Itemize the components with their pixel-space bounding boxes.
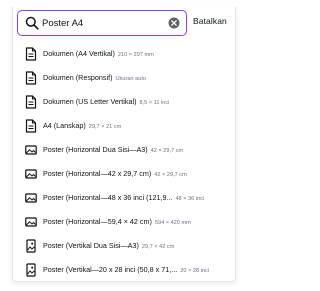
- suggestion-text: Dokumen (Responsif) Ukuran auto: [43, 72, 235, 85]
- suggestion-text: Poster (Horizontal—42 x 29,7 cm) 42 × 29,…: [43, 168, 235, 181]
- suggestion-label: Dokumen (Responsif): [43, 73, 113, 82]
- suggestion-item[interactable]: Poster (Horizontal Dua Sisi—A3) 42 × 29,7…: [13, 138, 237, 162]
- search-box[interactable]: [17, 10, 187, 36]
- poster-portrait-icon: [25, 263, 37, 277]
- suggestion-label: Dokumen (US Letter Vertikal): [43, 97, 137, 106]
- suggestion-text: A4 (Lanskap) 29,7 × 21 cm: [43, 120, 235, 133]
- suggestion-label: Poster (Vertikal Dua Sisi—A3): [43, 241, 139, 250]
- suggestion-text: Poster (Horizontal Dua Sisi—A3) 42 × 29,7…: [43, 144, 235, 157]
- suggestion-label: Dokumen (A4 Vertikal): [43, 49, 115, 58]
- suggestion-item[interactable]: Poster (Vertikal Dua Sisi—A3) 29,7 × 42 c…: [13, 234, 237, 258]
- suggestion-item[interactable]: Dokumen (US Letter Vertikal) 8,5 × 11 inc…: [13, 90, 237, 114]
- suggestion-text: Dokumen (A4 Vertikal) 210 × 297 mm: [43, 48, 235, 61]
- suggestion-dimensions: 20 × 28 inci: [180, 268, 210, 274]
- suggestion-label: A4 (Lanskap): [43, 121, 86, 130]
- document-icon: [25, 119, 37, 133]
- clear-search-icon[interactable]: [168, 17, 180, 29]
- suggestion-dimensions: 210 × 297 mm: [117, 52, 154, 58]
- poster-landscape-icon: [25, 215, 37, 229]
- suggestion-text: Poster (Horizontal—48 x 36 inci (121,9..…: [43, 192, 235, 205]
- suggestion-text: Poster (Horizontal—59,4 × 42 cm) 594 × 42…: [43, 216, 235, 229]
- suggestion-item[interactable]: Poster (Horizontal—48 x 36 inci (121,9..…: [13, 186, 237, 210]
- poster-portrait-icon: [25, 239, 37, 253]
- search-icon: [25, 16, 39, 30]
- suggestion-dimensions: 8,5 × 11 inci: [139, 100, 170, 106]
- search-dropdown-panel: Batalkan Dokumen (A4 Vertikal)210 × 297 …: [12, 6, 236, 282]
- suggestion-dimensions: 42 × 29,7 cm: [154, 172, 187, 178]
- suggestion-dimensions: 29,7 × 21 cm: [88, 124, 122, 130]
- suggestion-dimensions: 48 × 36 inci: [175, 196, 205, 202]
- suggestion-dimensions: Ukuran auto: [115, 76, 146, 82]
- suggestion-item[interactable]: Dokumen (Responsif) Ukuran auto: [13, 66, 237, 90]
- suggestion-label: Poster (Horizontal—59,4 × 42 cm): [43, 217, 152, 226]
- search-input[interactable]: [42, 14, 160, 32]
- suggestion-text: Poster (Vertikal—20 x 28 inci (50,8 x 71…: [43, 264, 235, 277]
- document-icon: [25, 47, 37, 61]
- suggestion-item[interactable]: Poster (Horizontal—42 x 29,7 cm) 42 × 29,…: [13, 162, 237, 186]
- suggestion-list: Dokumen (A4 Vertikal) 210 × 297 mm Dokumen…: [13, 42, 237, 282]
- suggestion-label: Poster (Vertikal—20 x 28 inci (50,8 x 71…: [43, 265, 178, 274]
- document-icon: [25, 95, 37, 109]
- suggestion-text: Dokumen (US Letter Vertikal) 8,5 × 11 inc…: [43, 96, 235, 109]
- suggestion-dimensions: 594 × 420 mm: [154, 220, 191, 226]
- poster-landscape-icon: [25, 191, 37, 205]
- search-row: Batalkan: [17, 10, 233, 36]
- suggestion-item[interactable]: A4 (Lanskap) 29,7 × 21 cm: [13, 114, 237, 138]
- suggestion-label: Poster (Horizontal—42 x 29,7 cm): [43, 169, 152, 178]
- cancel-button[interactable]: Batalkan: [193, 16, 227, 26]
- suggestion-dimensions: 29,7 × 42 cm: [141, 244, 175, 250]
- suggestion-label: Poster (Horizontal Dua Sisi—A3): [43, 145, 148, 154]
- suggestion-label: Poster (Horizontal—48 x 36 inci (121,9..…: [43, 193, 173, 202]
- suggestion-item[interactable]: Poster (Horizontal—59,4 × 42 cm) 594 × 42…: [13, 210, 237, 234]
- poster-landscape-icon: [25, 167, 37, 181]
- suggestion-item[interactable]: Dokumen (A4 Vertikal) 210 × 297 mm: [13, 42, 237, 66]
- document-icon: [25, 71, 37, 85]
- suggestion-text: Poster (Vertikal Dua Sisi—A3) 29,7 × 42 c…: [43, 240, 235, 253]
- poster-landscape-icon: [25, 143, 37, 157]
- suggestion-dimensions: 42 × 29,7 cm: [150, 148, 184, 154]
- suggestion-item[interactable]: Poster (Vertikal—20 x 28 inci (50,8 x 71…: [13, 258, 237, 282]
